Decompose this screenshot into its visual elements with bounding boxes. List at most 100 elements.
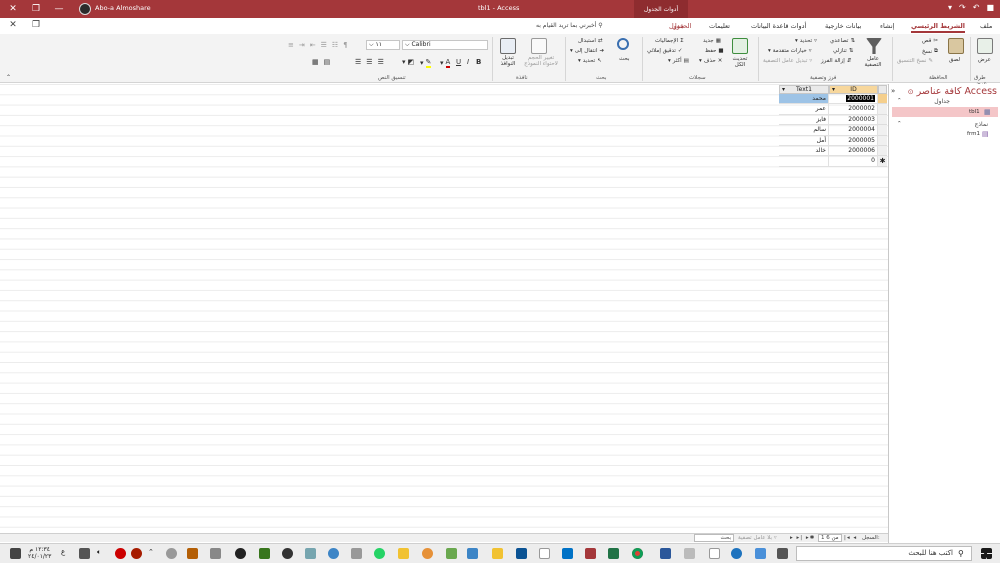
tray-chevron-icon[interactable]: ⌃ xyxy=(148,548,159,559)
edge-icon[interactable] xyxy=(731,548,742,559)
filter-status[interactable]: بلا عامل تصفية ▿ xyxy=(738,535,777,541)
close-icon[interactable]: ✕ xyxy=(2,0,24,18)
refresh-icon[interactable] xyxy=(732,38,748,54)
totals-button[interactable]: الإجماليات Σ xyxy=(655,38,684,44)
row-selector[interactable] xyxy=(878,104,887,115)
fill-color-button[interactable]: ▾ ◩ xyxy=(402,58,414,66)
table-row-cell-id[interactable]: 2000002 xyxy=(829,104,878,115)
new-row-cell-text[interactable] xyxy=(779,156,829,167)
sort-descending-button[interactable]: تنازلي ⇅ xyxy=(833,48,853,54)
copy-button[interactable]: نسخ ⧉ xyxy=(922,48,938,55)
refresh-all-button[interactable]: تحديث الكل xyxy=(729,56,751,68)
dropbox-icon[interactable] xyxy=(684,548,695,559)
tab-fields[interactable]: الحقول xyxy=(672,22,691,30)
paste-button[interactable]: لصق xyxy=(949,57,960,63)
close-document-icon[interactable]: ✕ xyxy=(2,18,24,32)
save-icon[interactable]: ■ xyxy=(986,3,994,12)
goto-button[interactable]: ▾ انتقال إلى ➔ xyxy=(570,48,604,54)
grid-tools[interactable]: ▦ ▤ xyxy=(312,58,333,66)
nav-pane-title[interactable]: ⊙ كافة عناصر Access xyxy=(893,86,997,97)
toggle-filter-button[interactable]: تبديل عامل التصفية ▿ xyxy=(763,58,812,64)
advanced-button[interactable]: ▾ خيارات متقدمة ▿ xyxy=(768,48,812,54)
outlook-icon[interactable] xyxy=(562,548,573,559)
app-icon[interactable] xyxy=(398,548,409,559)
new-row-cell-id[interactable]: 0 xyxy=(829,156,878,167)
nav-group-tables[interactable]: جداول xyxy=(934,98,950,105)
app-icon[interactable] xyxy=(709,548,720,559)
paragraph-tools[interactable]: ≡ ⇥ ⇤ ☰ ☷ ¶ xyxy=(288,41,351,49)
font-name-dropdown[interactable]: ⌵ Calibri xyxy=(402,40,488,50)
find-button[interactable]: بحث xyxy=(619,56,629,62)
table-row-cell-id[interactable]: 2000001 xyxy=(829,94,878,105)
nav-item-tbl1[interactable]: tbl1 xyxy=(969,109,980,115)
selection-button[interactable]: ▾ تحديد ▿ xyxy=(795,38,817,44)
table-row-cell-id[interactable]: 2000003 xyxy=(829,114,878,126)
language-indicator[interactable]: ع xyxy=(61,548,72,559)
nav-group-forms[interactable]: نماذج xyxy=(974,121,988,128)
firefox-icon[interactable] xyxy=(422,548,433,559)
next-record-button[interactable]: ▸ ▸| ▸✱ xyxy=(790,535,815,541)
notification-icon[interactable] xyxy=(10,548,21,559)
switch-windows-button[interactable]: تبديل النوافذ xyxy=(496,55,520,67)
access-icon[interactable] xyxy=(585,548,596,559)
table-row-cell-text[interactable]: أمل xyxy=(779,135,829,146)
switch-windows-icon[interactable] xyxy=(500,38,516,54)
app-icon[interactable] xyxy=(259,548,270,559)
whatsapp-icon[interactable] xyxy=(374,548,385,559)
row-selector[interactable] xyxy=(878,135,887,146)
find-icon[interactable] xyxy=(617,38,629,50)
chrome-icon[interactable] xyxy=(632,548,643,559)
table-row-cell-text[interactable]: محمد xyxy=(779,94,829,105)
replace-button[interactable]: استبدال ⇄ xyxy=(578,38,602,44)
app-icon[interactable] xyxy=(305,548,316,559)
app-icon[interactable] xyxy=(187,548,198,559)
select-all-corner[interactable] xyxy=(878,85,887,94)
tray-app-icon[interactable] xyxy=(115,548,126,559)
app-icon[interactable] xyxy=(446,548,457,559)
select-button[interactable]: ▾ تحديد ↖ xyxy=(578,58,602,64)
collapse-ribbon-icon[interactable]: ⌃ xyxy=(6,74,11,81)
minimize-icon[interactable]: — xyxy=(48,0,70,18)
collapse-icon[interactable]: ⌃ xyxy=(897,121,902,127)
spelling-button[interactable]: تدقيق إملائي ✓ xyxy=(647,48,683,54)
user-name[interactable]: Abo-a Almoshare xyxy=(95,4,151,12)
save-record-button[interactable]: حفظ ■ xyxy=(705,48,724,54)
search-input[interactable]: بحث xyxy=(694,534,734,542)
italic-button[interactable]: I xyxy=(467,58,469,66)
collapse-icon[interactable]: ⌃ xyxy=(897,98,902,104)
table-row-cell-id[interactable]: 2000004 xyxy=(829,125,878,136)
new-record-icon[interactable]: ✱ xyxy=(878,156,887,167)
redo-icon[interactable]: ↷ xyxy=(959,3,966,12)
delete-record-button[interactable]: ▾ حذف ✕ xyxy=(699,58,722,64)
table-row-cell-id[interactable]: 2000005 xyxy=(829,135,878,146)
word-icon[interactable] xyxy=(660,548,671,559)
network-icon[interactable] xyxy=(79,548,90,559)
underline-button[interactable]: U xyxy=(456,58,461,66)
tab-create[interactable]: إنشاء xyxy=(880,22,894,30)
datasheet-view-icon[interactable] xyxy=(977,38,993,54)
tab-help[interactable]: تعليمات xyxy=(709,22,730,30)
row-selector[interactable] xyxy=(878,146,887,157)
shutter-bar-icon[interactable]: » xyxy=(891,87,895,95)
size-to-fit-button[interactable]: تغيير الحجم لاحتواء النموذج xyxy=(524,55,558,67)
column-header-text1[interactable]: ▾ Text1 xyxy=(779,85,829,94)
more-button[interactable]: ▾ أكثر ▤ xyxy=(668,58,689,64)
taskbar-search-input[interactable]: اكتب هنا للبحث xyxy=(796,546,972,561)
undo-icon[interactable]: ↶ xyxy=(973,3,980,12)
highlight-button[interactable]: ▾ ✎ xyxy=(420,58,432,68)
sort-ascending-button[interactable]: تصاعدي ⇅ xyxy=(830,38,855,44)
task-view-icon[interactable] xyxy=(777,548,788,559)
paste-icon[interactable] xyxy=(948,38,964,54)
table-row-cell-text[interactable]: عمر xyxy=(779,104,829,115)
app-icon[interactable] xyxy=(328,548,339,559)
filter-icon[interactable] xyxy=(866,38,882,54)
app-icon[interactable] xyxy=(539,548,550,559)
volume-icon[interactable]: 🔈︎ xyxy=(97,548,108,559)
format-painter-button[interactable]: نسخ التنسيق ✎ xyxy=(897,58,933,64)
row-selector[interactable] xyxy=(878,125,887,136)
tell-me-box[interactable]: أخبرني بما تريد القيام به ⚲ xyxy=(536,22,603,29)
excel-icon[interactable] xyxy=(608,548,619,559)
app-icon[interactable] xyxy=(235,548,246,559)
current-record-field[interactable]: 1 من 6 xyxy=(818,534,842,542)
row-selector[interactable] xyxy=(878,114,887,126)
